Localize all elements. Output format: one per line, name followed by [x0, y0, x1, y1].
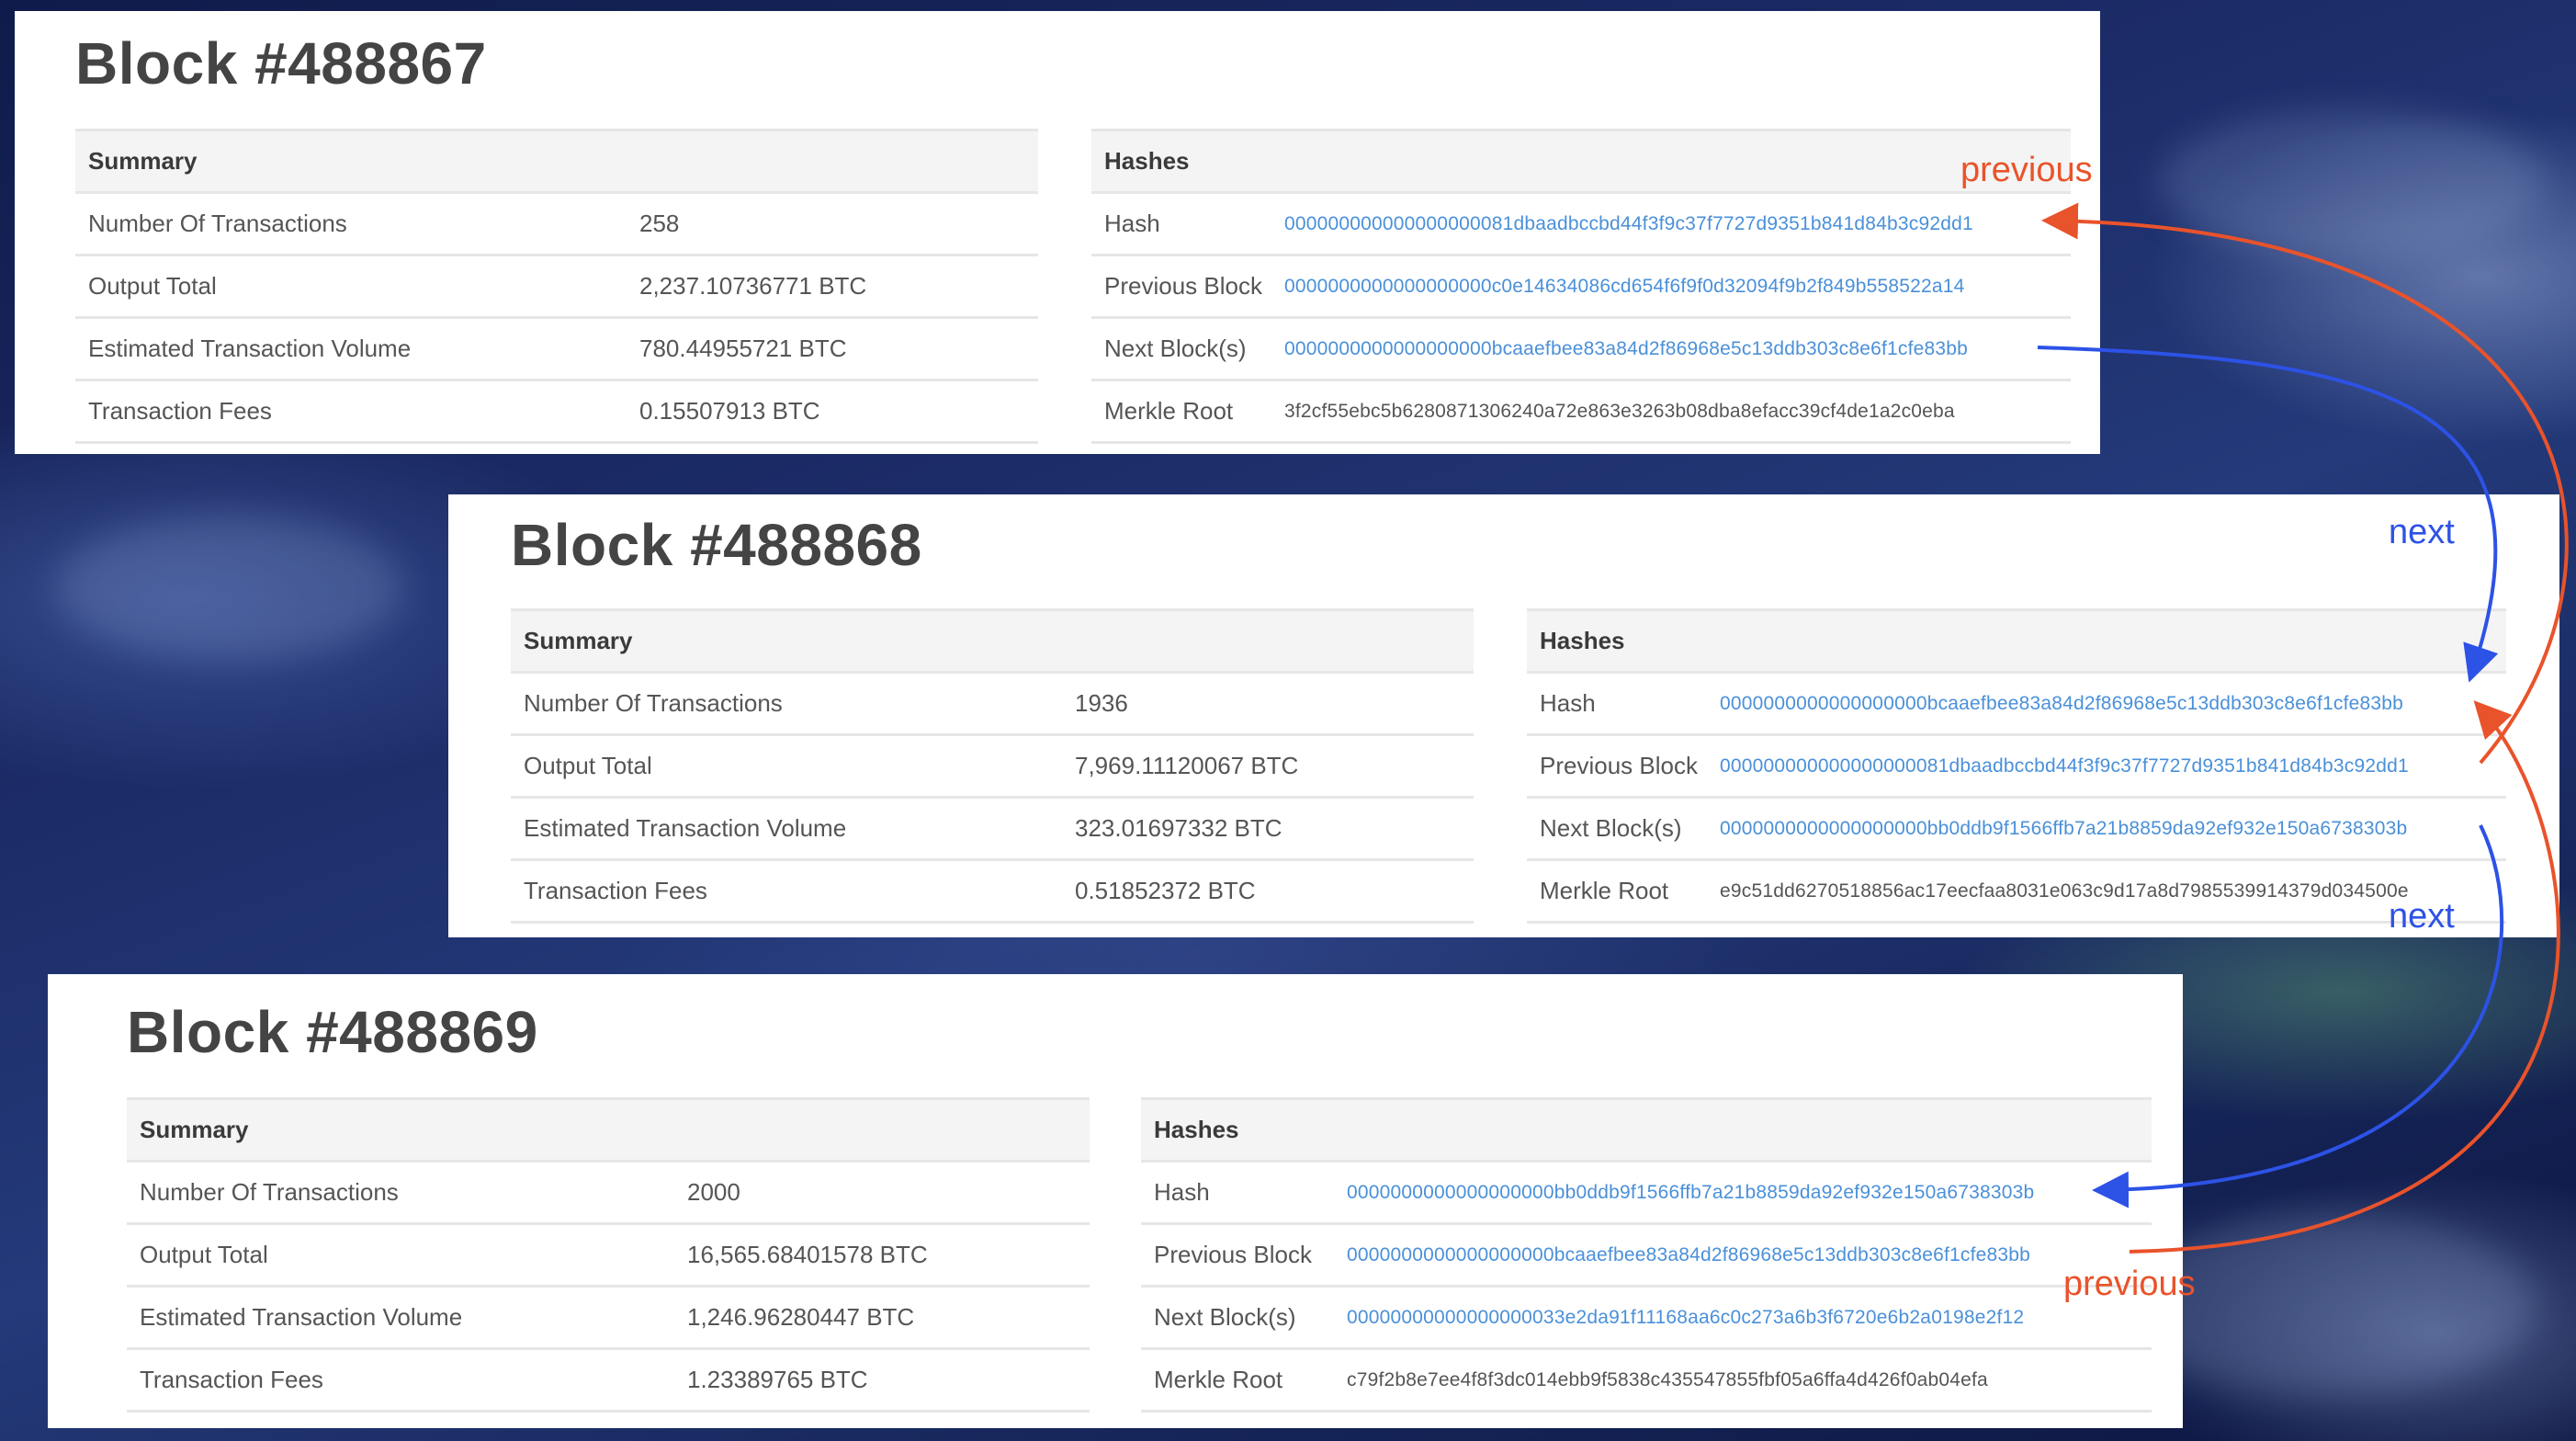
previous-arrow-top [2041, 202, 2569, 765]
annotation-arrows [2037, 202, 2569, 1254]
previous-label: previous [1960, 151, 2093, 189]
next-arrow-bottom [2092, 824, 2504, 1208]
next-arrow-top [2037, 346, 2499, 683]
next-label: next [2389, 897, 2455, 936]
previous-label: previous [2063, 1265, 2196, 1303]
next-label: next [2389, 513, 2455, 551]
